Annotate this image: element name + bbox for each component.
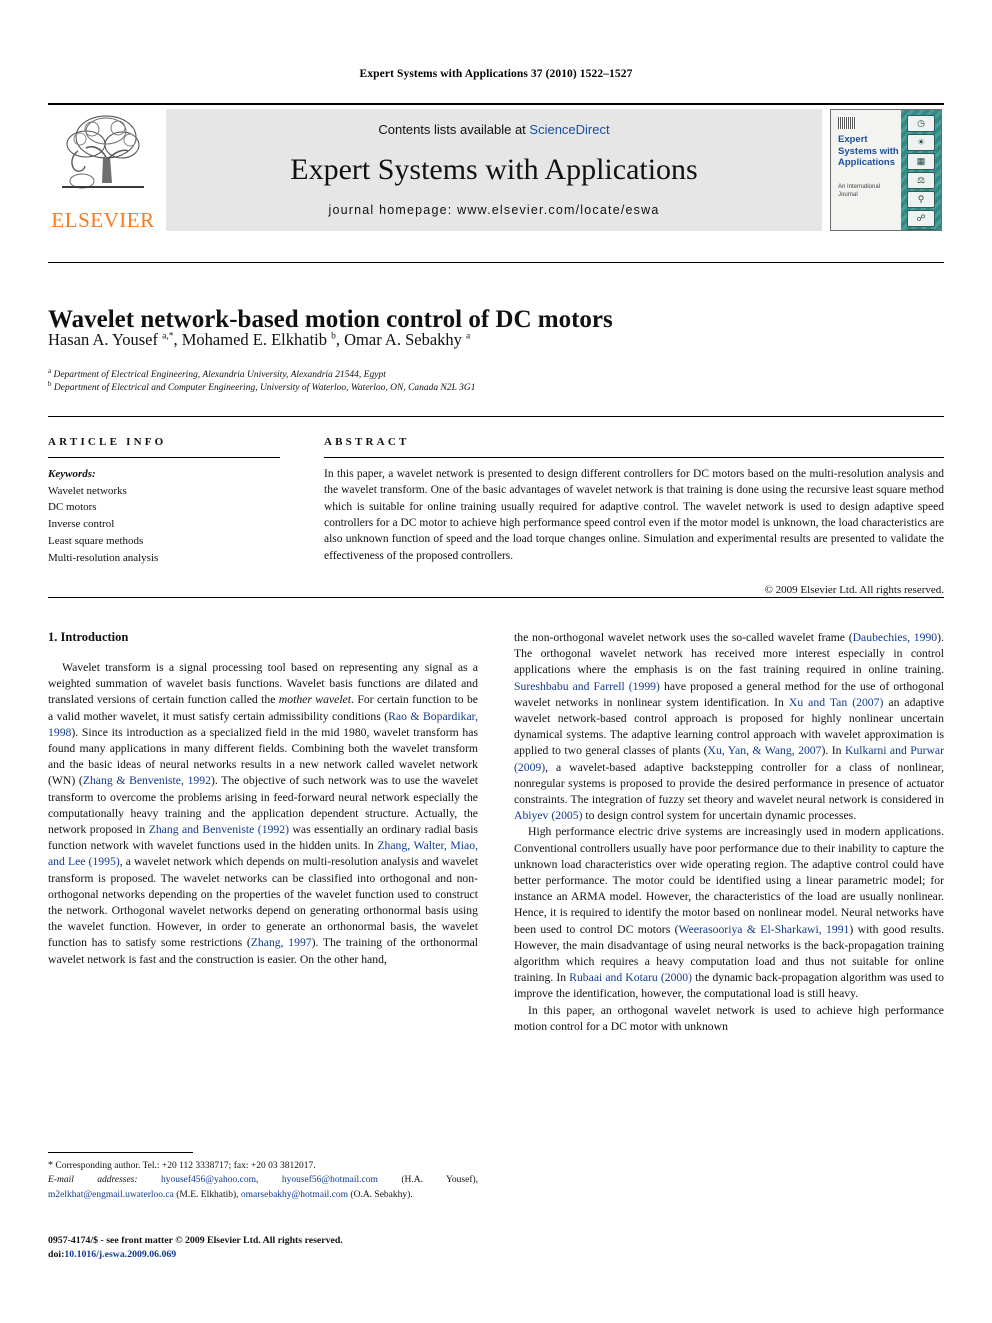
email-link[interactable]: m2elkhat@engmail.uwaterloo.ca [48, 1190, 174, 1200]
text-run: High performance electric drive systems … [514, 825, 944, 936]
keywords-block: Keywords: Wavelet networks DC motors Inv… [48, 466, 288, 566]
doi-line: doi:10.1016/j.eswa.2009.06.069 [48, 1248, 478, 1262]
text-run: to design control system for uncertain d… [582, 809, 857, 823]
cover-barcode-icon [838, 117, 856, 129]
abstract-text: In this paper, a wavelet network is pres… [324, 468, 944, 562]
footnote-block: * Corresponding author. Tel.: +20 112 33… [48, 1158, 478, 1202]
section-heading-introduction: 1. Introduction [48, 630, 129, 644]
text-run: ). In [821, 744, 845, 758]
email-owner: (H.A. Yousef) [401, 1175, 476, 1186]
scales-icon: ⚖ [907, 172, 935, 189]
email-link[interactable]: hyousef56@hotmail.com [282, 1175, 378, 1185]
body-column-right: the non-orthogonal wavelet network uses … [514, 630, 944, 1035]
microscope-icon: ⚲ [907, 191, 935, 208]
masthead-center-band: Contents lists available at ScienceDirec… [166, 109, 822, 231]
author-list: Hasan A. Yousef a,*, Mohamed E. Elkhatib… [48, 330, 471, 349]
keywords-label: Keywords: [48, 468, 96, 480]
sciencedirect-link[interactable]: ScienceDirect [529, 122, 609, 137]
issn-doi-block: 0957-4174/$ - see front matter © 2009 El… [48, 1234, 478, 1262]
keyword-item: DC motors [48, 501, 97, 514]
email-owner: (M.E. Elkhatib) [176, 1189, 237, 1200]
doi-label: doi: [48, 1249, 65, 1261]
abstract-underline [324, 457, 944, 458]
cover-subtitle: An International Journal [838, 184, 881, 198]
elsevier-logo: ELSEVIER [48, 109, 158, 233]
info-bottom-rule [48, 597, 944, 598]
journal-title: Expert Systems with Applications [290, 153, 698, 186]
article-info-underline [48, 457, 280, 458]
contents-prefix: Contents lists available at [378, 122, 530, 137]
info-top-rule [48, 416, 944, 417]
footnote-rule [48, 1152, 193, 1153]
keyword-item: Wavelet networks [48, 484, 127, 497]
citation-link[interactable]: Zhang & Benveniste, 1992 [83, 774, 211, 787]
cover-icon-column: ◷ ☀ ▦ ⚖ ⚲ ☍ ⚙ ◨ [904, 115, 938, 230]
title-separator-rule [48, 262, 944, 263]
email-label: E-mail addresses: [48, 1175, 138, 1186]
journal-masthead: ELSEVIER Contents lists available at Sci… [48, 103, 944, 233]
keyword-item: Multi-resolution analysis [48, 551, 159, 564]
journal-cover-thumbnail[interactable]: Expert Systems with Applications An Inte… [830, 109, 942, 231]
doi-link[interactable]: 10.1016/j.eswa.2009.06.069 [64, 1249, 176, 1260]
paragraph: the non-orthogonal wavelet network uses … [514, 630, 944, 824]
citation-link[interactable]: Xu, Yan, & Wang, 2007 [708, 744, 822, 757]
citation-link[interactable]: Zhang and Benveniste (1992) [149, 823, 289, 836]
email-link[interactable]: omarsebakhy@hotmail.com [241, 1190, 348, 1200]
paragraph: High performance electric drive systems … [514, 824, 944, 1002]
affiliation-b-text: Department of Electrical and Computer En… [53, 383, 476, 394]
satellite-icon: ☍ [907, 210, 935, 227]
journal-homepage-line[interactable]: journal homepage: www.elsevier.com/locat… [166, 203, 822, 217]
text-run: the non-orthogonal wavelet network uses … [514, 631, 853, 644]
citation-link[interactable]: Daubechies, 1990 [853, 631, 938, 644]
flask-icon: ⚙ [907, 229, 935, 230]
globe-icon: ☀ [907, 134, 935, 151]
elsevier-wordmark: ELSEVIER [51, 208, 155, 232]
clock-icon: ◷ [907, 115, 935, 132]
journal-article-page: Expert Systems with Applications 37 (201… [0, 0, 992, 1323]
keyword-item: Least square methods [48, 534, 144, 547]
running-head: Expert Systems with Applications 37 (201… [359, 68, 633, 80]
email-owner: (O.A. Sebakhy) [350, 1189, 411, 1200]
citation-link[interactable]: Rubaai and Kotaru (2000) [569, 971, 692, 984]
email-link[interactable]: hyousef456@yahoo.com [161, 1175, 256, 1185]
article-info-heading: ARTICLE INFO [48, 436, 167, 448]
abstract-heading: ABSTRACT [324, 436, 410, 448]
issn-line: 0957-4174/$ - see front matter © 2009 El… [48, 1235, 343, 1246]
citation-link[interactable]: Xu and Tan (2007) [789, 696, 883, 709]
elsevier-tree-icon [62, 115, 144, 189]
citation-link[interactable]: Weerasooriya & El-Sharkawi, 1991 [679, 923, 850, 936]
affiliation-b: b Department of Electrical and Computer … [48, 380, 476, 394]
text-run: , a wavelet-based adaptive backstepping … [514, 760, 944, 807]
paragraph: Wavelet transform is a signal processing… [48, 660, 478, 968]
bar-chart-icon: ▦ [907, 153, 935, 170]
italic-term: mother wavelet [278, 693, 351, 707]
cover-title: Expert Systems with Applications [838, 134, 899, 169]
copyright-line: © 2009 Elsevier Ltd. All rights reserved… [764, 584, 944, 596]
citation-link[interactable]: Zhang, 1997 [251, 936, 312, 949]
citation-link[interactable]: Sureshbabu and Farrell (1999) [514, 680, 660, 693]
body-column-left: Wavelet transform is a signal processing… [48, 660, 478, 968]
citation-link[interactable]: Abiyev (2005) [514, 809, 583, 822]
masthead-top-rule [48, 103, 944, 105]
corresponding-author-note: * Corresponding author. Tel.: +20 112 33… [48, 1158, 478, 1173]
paragraph: In this paper, an orthogonal wavelet net… [514, 1003, 944, 1033]
asterisk-icon: * [48, 1160, 53, 1171]
keyword-item: Inverse control [48, 518, 115, 531]
email-note: E-mail addresses: hyousef456@yahoo.com, … [48, 1175, 479, 1200]
contents-available-line: Contents lists available at ScienceDirec… [166, 122, 822, 137]
corresponding-author-text: Corresponding author. Tel.: +20 112 3338… [55, 1161, 316, 1171]
